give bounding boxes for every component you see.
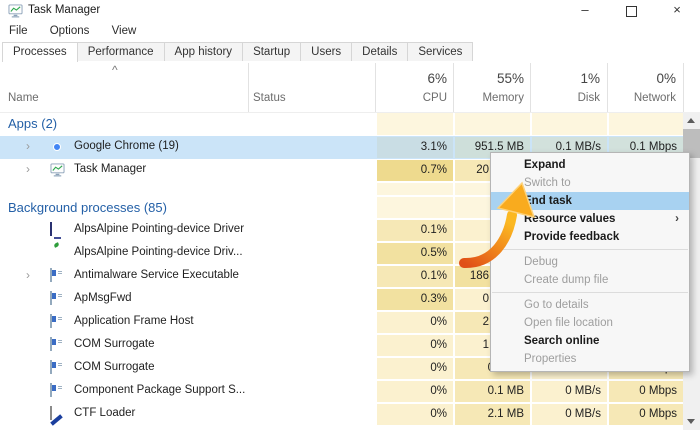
process-name: ApMsgFwd	[74, 288, 132, 311]
cpu-value: 0%	[377, 312, 453, 333]
menu-separator	[492, 292, 688, 293]
window-icon	[50, 314, 52, 328]
maximize-button[interactable]	[608, 0, 654, 22]
menu-item-create-dump-file: Create dump file	[491, 271, 689, 289]
scroll-down-icon[interactable]	[683, 413, 700, 430]
network-value: 0 Mbps	[609, 381, 683, 402]
minimize-button[interactable]: –	[562, 0, 608, 22]
title-bar: Task Manager – ×	[0, 0, 700, 22]
process-name: Google Chrome (19)	[74, 136, 179, 159]
context-menu: Expand Switch to End task Resource value…	[490, 152, 690, 372]
menu-file[interactable]: File	[9, 25, 28, 37]
menu-item-go-to-details: Go to details	[491, 296, 689, 314]
menu-item-properties: Properties	[491, 350, 689, 368]
window-icon	[50, 360, 52, 374]
menu-item-label: Resource values	[524, 213, 615, 225]
cpu-value: 0.5%	[377, 243, 453, 264]
column-cpu[interactable]: CPU	[375, 92, 447, 104]
table-row-component-package[interactable]: Component Package Support S... 0% 0.1 MB…	[0, 380, 683, 403]
cpu-value: 0%	[377, 335, 453, 356]
tab-processes[interactable]: Processes	[2, 42, 78, 62]
scroll-up-icon[interactable]	[683, 112, 700, 129]
task-manager-icon	[50, 163, 65, 177]
cpu-value: 0%	[377, 358, 453, 379]
tab-startup[interactable]: Startup	[242, 42, 301, 61]
close-button[interactable]: ×	[654, 0, 700, 22]
cpu-value: 0.3%	[377, 289, 453, 310]
column-header-row: ^ 6% 55% 1% 0% Name Status CPU Memory Di…	[0, 61, 700, 113]
menu-view[interactable]: View	[112, 25, 137, 37]
menu-item-resource-values[interactable]: Resource values ›	[491, 210, 689, 228]
tab-bar: Processes Performance App history Startu…	[0, 42, 700, 62]
task-manager-window: Task Manager – × File Options View Proce…	[0, 0, 700, 430]
tab-users[interactable]: Users	[300, 42, 352, 61]
menu-options[interactable]: Options	[50, 25, 90, 37]
memory-value: 0.1 MB	[455, 381, 530, 402]
network-total-percent: 0%	[607, 71, 676, 86]
window-icon	[50, 291, 52, 305]
process-name: COM Surrogate	[74, 357, 155, 380]
menu-item-expand[interactable]: Expand	[491, 156, 689, 174]
cpu-value: 0%	[377, 404, 453, 425]
cpu-value: 0.7%	[377, 160, 453, 181]
group-label: Background processes (85)	[8, 196, 167, 219]
process-name: Antimalware Service Executable	[74, 265, 239, 288]
cpu-value: 0.1%	[377, 220, 453, 241]
maximize-icon	[626, 6, 637, 17]
tab-app-history[interactable]: App history	[164, 42, 244, 61]
disk-total-percent: 1%	[530, 71, 600, 86]
process-name: Component Package Support S...	[74, 380, 245, 403]
menu-separator	[492, 249, 688, 250]
network-value: 0 Mbps	[609, 404, 683, 425]
menu-item-switch-to: Switch to	[491, 174, 689, 192]
memory-value: 2.1 MB	[455, 404, 530, 425]
menu-item-open-file-location: Open file location	[491, 314, 689, 332]
disk-value: 0 MB/s	[532, 381, 607, 402]
process-name: Task Manager	[74, 159, 146, 182]
task-manager-icon	[8, 4, 23, 18]
expander-icon[interactable]: ›	[26, 159, 30, 182]
expander-icon[interactable]: ›	[26, 265, 30, 288]
sort-ascending-icon: ^	[112, 63, 118, 77]
process-name: COM Surrogate	[74, 334, 155, 357]
column-memory[interactable]: Memory	[453, 92, 524, 104]
column-status[interactable]: Status	[253, 92, 286, 104]
window-icon	[50, 383, 52, 397]
pen-document-icon	[50, 406, 52, 420]
menu-item-provide-feedback[interactable]: Provide feedback	[491, 228, 689, 246]
column-disk[interactable]: Disk	[530, 92, 600, 104]
menu-item-search-online[interactable]: Search online	[491, 332, 689, 350]
group-label: Apps (2)	[8, 112, 57, 136]
menu-bar: File Options View	[0, 22, 700, 42]
process-name: AlpsAlpine Pointing-device Driver	[74, 219, 244, 242]
process-name: CTF Loader	[74, 403, 135, 426]
cpu-total-percent: 6%	[375, 71, 447, 86]
menu-item-end-task[interactable]: End task	[491, 192, 689, 210]
tab-performance[interactable]: Performance	[77, 42, 165, 61]
window-icon	[50, 337, 52, 351]
window-icon	[50, 268, 52, 282]
column-name[interactable]: Name	[8, 92, 39, 104]
cpu-value: 3.1%	[377, 137, 453, 158]
disk-value: 0 MB/s	[532, 404, 607, 425]
tab-details[interactable]: Details	[351, 42, 408, 61]
cpu-value: 0.1%	[377, 266, 453, 287]
submenu-arrow-icon: ›	[675, 210, 679, 228]
memory-total-percent: 55%	[453, 71, 524, 86]
group-header-apps[interactable]: Apps (2)	[0, 112, 683, 136]
cpu-value: 0%	[377, 381, 453, 402]
process-name: Application Frame Host	[74, 311, 194, 334]
expander-icon[interactable]: ›	[26, 136, 30, 159]
process-name: AlpsAlpine Pointing-device Driv...	[74, 242, 243, 265]
table-row-ctf-loader[interactable]: CTF Loader 0% 2.1 MB 0 MB/s 0 Mbps	[0, 403, 683, 426]
window-title: Task Manager	[28, 4, 100, 16]
tab-services[interactable]: Services	[407, 42, 473, 61]
menu-item-debug: Debug	[491, 253, 689, 271]
column-network[interactable]: Network	[607, 92, 676, 104]
monitor-icon	[50, 222, 52, 236]
